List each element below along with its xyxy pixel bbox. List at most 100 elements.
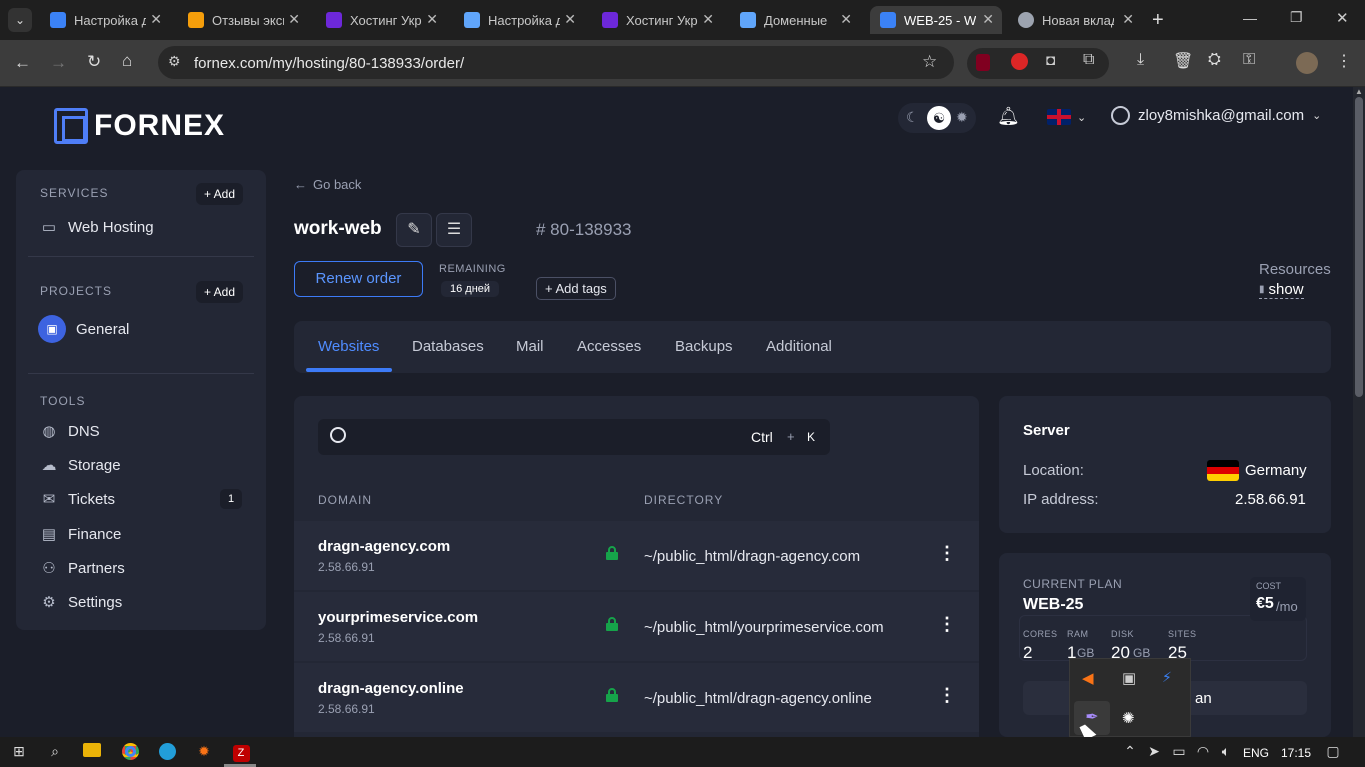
volume-icon[interactable]: 🔈︎ [1216, 743, 1236, 761]
theme-switcher[interactable]: ☾ ☯ ✹ [898, 103, 976, 133]
close-tab-icon[interactable]: ✕ [288, 11, 300, 28]
back-icon[interactable]: ← [14, 53, 31, 73]
filezilla-tray-icon[interactable]: ⚡︎ [1162, 669, 1172, 686]
add-project-button[interactable]: + Add [196, 281, 244, 303]
telegram-tray-icon[interactable]: ➤ [1144, 743, 1164, 761]
browser-tab-active[interactable]: WEB-25 - W ✕ [870, 6, 1002, 34]
key-icon[interactable]: ⚿ [1243, 51, 1255, 69]
tab-databases[interactable]: Databases [412, 338, 484, 355]
sidebar-item-settings[interactable]: ⚙ Settings [40, 593, 122, 612]
close-tab-icon[interactable]: ✕ [426, 11, 438, 28]
close-tab-icon[interactable]: ✕ [1122, 11, 1134, 28]
keyboard-language[interactable]: ENG [1243, 746, 1269, 760]
resources-show-link[interactable]: ▮ show [1259, 281, 1304, 299]
sun-app-icon[interactable]: ✺ [1122, 709, 1135, 727]
speaker-app-icon[interactable]: ◀ [1082, 669, 1094, 687]
puzzle-icon[interactable]: ⧉ [1083, 51, 1094, 69]
close-tab-icon[interactable]: ✕ [982, 11, 994, 28]
ublock-icon[interactable] [976, 54, 990, 71]
minimize-icon[interactable]: — [1243, 10, 1257, 26]
renew-order-button[interactable]: Renew order [294, 261, 423, 297]
restore-icon[interactable]: ❐ [1290, 9, 1303, 26]
moon-icon[interactable]: ☾ [906, 109, 919, 126]
filezilla-icon[interactable]: Z [231, 743, 251, 762]
camera-icon[interactable]: ◘ [1046, 52, 1055, 69]
close-tab-icon[interactable]: ✕ [840, 11, 852, 28]
add-tags-button[interactable]: + Add tags [536, 277, 616, 300]
file-explorer-icon[interactable] [82, 743, 102, 761]
notifications-icon[interactable]: ▢ [1323, 743, 1343, 761]
bell-icon[interactable]: 🔔︎ [997, 106, 1020, 127]
page-scrollbar[interactable]: ▲ [1353, 87, 1365, 737]
battery-icon[interactable]: ▭ [1169, 743, 1189, 761]
go-back-link[interactable]: ← Go back [294, 177, 361, 192]
browser-tab[interactable]: Новая вклад ✕ [1008, 6, 1142, 34]
browser-tab[interactable]: Доменные ✕ [730, 6, 860, 34]
domain-name[interactable]: yourprimeservice.com [318, 609, 478, 626]
address-bar[interactable]: ⚙ fornex.com/my/hosting/80-138933/order/… [158, 46, 954, 79]
search-icon[interactable]: ⌕ [45, 743, 65, 761]
telegram-icon[interactable] [157, 743, 177, 761]
table-row[interactable]: dragn-agency.online 2.58.66.91 ~/public_… [294, 663, 979, 732]
forward-icon[interactable]: → [50, 53, 67, 73]
clock[interactable]: 17:15 [1281, 746, 1311, 760]
download-icon[interactable]: ⤓ [1137, 51, 1144, 69]
bookmark-star-icon[interactable]: ☆ [922, 52, 937, 72]
sidebar-item-storage[interactable]: ☁ Storage [40, 456, 121, 475]
stop-hand-icon[interactable] [1011, 53, 1028, 70]
wifi-icon[interactable]: ◠ [1193, 743, 1213, 761]
close-window-icon[interactable]: ✕ [1336, 9, 1349, 27]
browser-tab[interactable]: Отзывы эксп ✕ [178, 6, 308, 34]
browser-tab[interactable]: Настройка д ✕ [454, 6, 584, 34]
sidebar-item-partners[interactable]: ⚇ Partners [40, 559, 124, 578]
browser-tab[interactable]: Хостинг Укр ✕ [592, 6, 722, 34]
scrollbar-thumb[interactable] [1355, 97, 1363, 397]
chrome-icon[interactable] [120, 743, 140, 761]
close-tab-icon[interactable]: ✕ [702, 11, 714, 28]
tab-search-button[interactable]: ⌄ [8, 8, 32, 32]
language-selector[interactable]: ⌄ [1047, 109, 1086, 125]
browser-tab[interactable]: Настройка д ✕ [40, 6, 170, 34]
sidebar-item-tickets[interactable]: ✉ Tickets [40, 490, 115, 509]
scroll-up-icon[interactable]: ▲ [1355, 87, 1363, 96]
tab-additional[interactable]: Additional [766, 338, 832, 355]
more-options-icon[interactable]: ⋮ [938, 543, 956, 564]
sidebar-item-dns[interactable]: ◍ DNS [40, 422, 99, 441]
app-star-icon[interactable]: ✹ [194, 743, 214, 761]
show-hidden-icons-icon[interactable]: ⌃ [1120, 743, 1140, 761]
add-service-button[interactable]: + Add [196, 183, 244, 205]
sidebar-item-finance[interactable]: ▤ Finance [40, 525, 121, 544]
tab-accesses[interactable]: Accesses [577, 338, 641, 355]
search-box[interactable]: Ctrl + K [318, 419, 830, 455]
monitor-app-icon[interactable]: ▣ [1122, 669, 1136, 687]
sidebar-item-web-hosting[interactable]: ▭ Web Hosting [40, 218, 154, 237]
home-icon[interactable]: ⌂ [122, 51, 132, 71]
tab-backups[interactable]: Backups [675, 338, 733, 355]
table-row[interactable]: dragn-agency.com 2.58.66.91 ~/public_htm… [294, 521, 979, 590]
incognito-icon[interactable]: ⛭ [1208, 51, 1221, 69]
user-menu[interactable]: zloy8mishka@gmail.com ⌄ [1111, 106, 1321, 125]
table-row[interactable]: yourprimeservice.com 2.58.66.91 ~/public… [294, 592, 979, 661]
trash-icon[interactable]: 🗑 [1173, 51, 1193, 71]
new-tab-button[interactable]: + [1152, 9, 1164, 32]
domain-name[interactable]: dragn-agency.com [318, 538, 450, 555]
more-options-icon[interactable]: ⋮ [938, 614, 956, 635]
list-menu-button[interactable]: ☰ [436, 213, 472, 247]
fornex-logo[interactable]: FORNEX [54, 108, 225, 144]
sidebar-item-general[interactable]: ▣ General [38, 315, 129, 343]
tab-mail[interactable]: Mail [516, 338, 544, 355]
domain-name[interactable]: dragn-agency.online [318, 680, 464, 697]
more-options-icon[interactable]: ⋮ [938, 685, 956, 706]
reload-icon[interactable]: ↻ [87, 52, 101, 72]
browser-menu-icon[interactable]: ⋮ [1336, 51, 1352, 71]
site-info-icon[interactable]: ⚙ [168, 53, 181, 70]
windows-start-icon[interactable]: ⊞ [9, 743, 29, 761]
edit-name-button[interactable]: ✎ [396, 213, 432, 247]
tab-websites[interactable]: Websites [318, 338, 379, 355]
sun-icon[interactable]: ✹ [956, 109, 968, 126]
profile-avatar[interactable] [1296, 52, 1318, 74]
auto-theme-icon[interactable]: ☯ [927, 106, 951, 130]
search-input[interactable] [358, 425, 738, 449]
close-tab-icon[interactable]: ✕ [150, 11, 162, 28]
browser-tab[interactable]: Хостинг Укр ✕ [316, 6, 446, 34]
